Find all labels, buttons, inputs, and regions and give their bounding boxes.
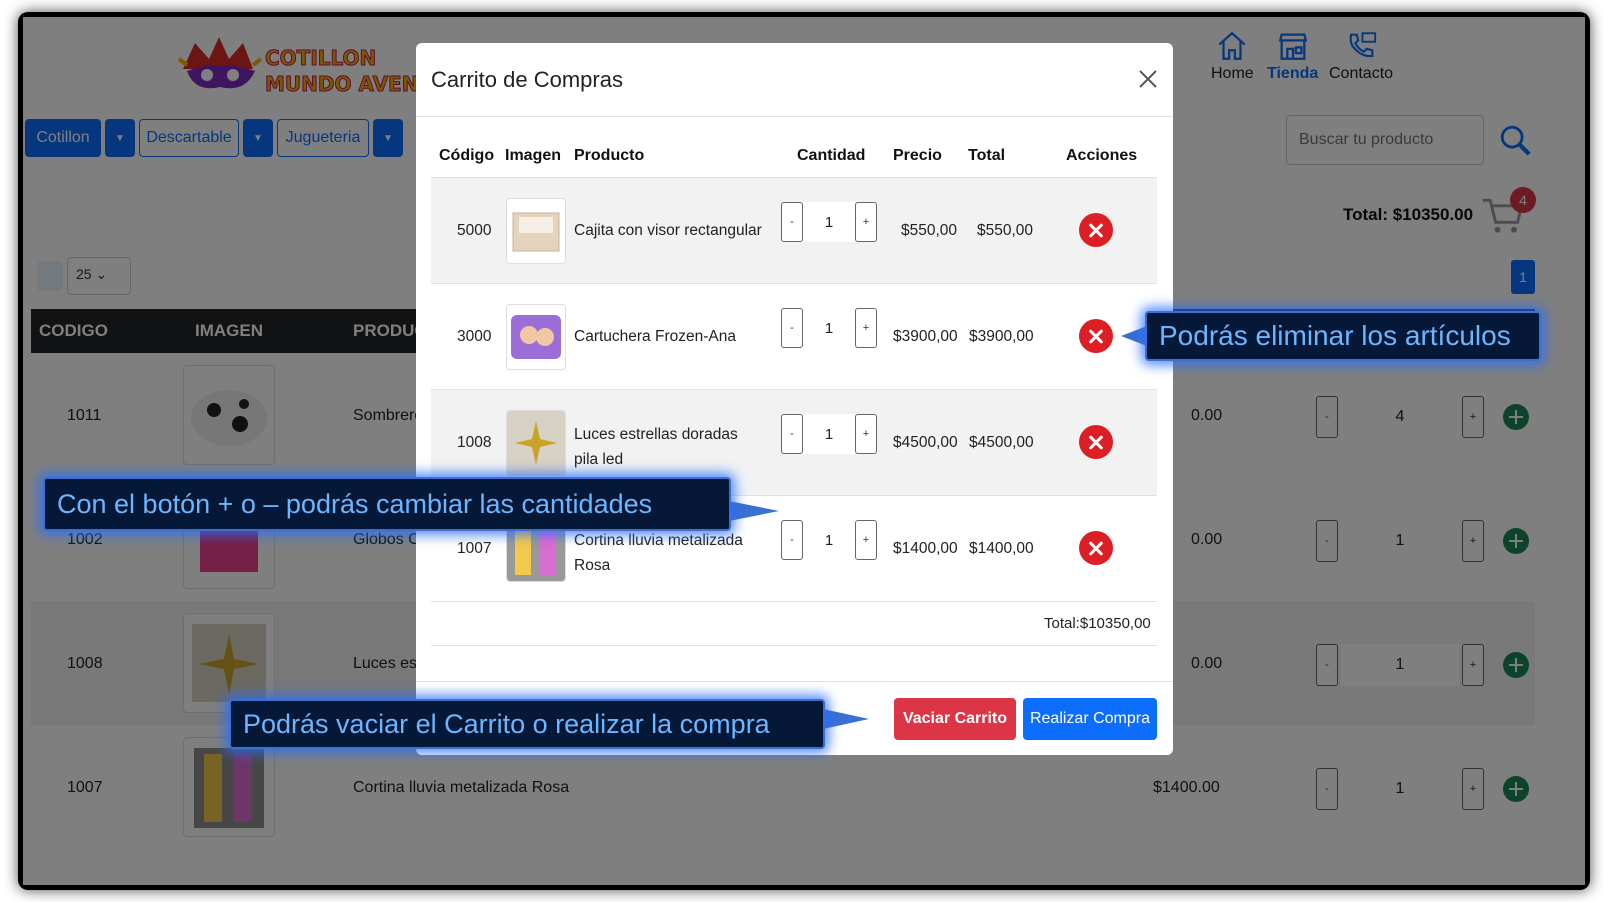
cart-item-total: $4500,00: [969, 434, 1034, 451]
cart-item-total: $1400,00: [969, 540, 1034, 557]
modal-title: Carrito de Compras: [431, 67, 623, 92]
screenshot-frame: COTILLON MUNDO AVENTURA Home Tienda Cont…: [18, 12, 1590, 890]
cart-item-image: [506, 304, 566, 370]
cart-item-code: 1007: [457, 540, 492, 557]
decrement-button[interactable]: -: [781, 414, 803, 454]
modal-footer-divider: [416, 681, 1173, 682]
checkout-button[interactable]: Realizar Compra: [1023, 698, 1157, 740]
callout-quantity: Con el botón + o – podrás cambiar las ca…: [43, 477, 731, 531]
cart-total-divider: [431, 645, 1157, 646]
decrement-button[interactable]: -: [781, 308, 803, 348]
callout-delete-pointer: [1121, 326, 1147, 346]
cart-total: Total:$10350,00: [1044, 615, 1151, 632]
cart-item-image: [506, 410, 566, 476]
delete-item-icon[interactable]: [1079, 213, 1113, 247]
close-icon[interactable]: [1136, 67, 1160, 91]
cart-column-codigo: Código: [439, 147, 495, 164]
increment-button[interactable]: +: [855, 520, 877, 560]
cart-item-name: Luces estrellas doradas pila led: [574, 426, 738, 468]
empty-cart-button[interactable]: Vaciar Carrito: [894, 698, 1016, 740]
delete-item-icon[interactable]: [1079, 531, 1113, 565]
cart-item-total: $3900,00: [969, 328, 1034, 345]
cart-column-cantidad: Cantidad: [797, 147, 866, 164]
increment-button[interactable]: +: [855, 202, 877, 242]
quantity-value[interactable]: 1: [803, 308, 855, 348]
callout-actions-pointer: [823, 709, 869, 729]
cart-item-price: $1400,00: [893, 540, 958, 557]
decrement-button[interactable]: -: [781, 202, 803, 242]
cart-item-code: 3000: [457, 328, 492, 345]
cart-item-price: $4500,00: [893, 434, 958, 451]
cart-column-imagen: Imagen: [505, 147, 562, 164]
delete-item-icon[interactable]: [1079, 425, 1113, 459]
quantity-value[interactable]: 1: [803, 202, 855, 242]
cart-item-image: [506, 198, 566, 264]
cart-quantity-stepper[interactable]: -1 +: [781, 414, 879, 454]
delete-item-icon[interactable]: [1079, 319, 1113, 353]
increment-button[interactable]: +: [855, 308, 877, 348]
cart-column-producto: Producto: [574, 147, 645, 164]
quantity-value[interactable]: 1: [803, 414, 855, 454]
browser-viewport: COTILLON MUNDO AVENTURA Home Tienda Cont…: [23, 17, 1585, 885]
cart-item-name: Cortina lluvia metalizada Rosa: [574, 532, 743, 574]
cart-item-total: $550,00: [977, 222, 1034, 239]
cart-modal: Carrito de Compras Código Imagen Product…: [416, 43, 1173, 755]
callout-delete: Podrás eliminar los artículos: [1145, 311, 1541, 361]
increment-button[interactable]: +: [855, 414, 877, 454]
cart-quantity-stepper[interactable]: -1 +: [781, 202, 879, 242]
cart-item-price: $3900,00: [893, 328, 958, 345]
cart-quantity-stepper[interactable]: -1 +: [781, 520, 879, 560]
callout-quantity-pointer: [729, 501, 779, 521]
callout-actions: Podrás vaciar el Carrito o realizar la c…: [229, 699, 825, 749]
decrement-button[interactable]: -: [781, 520, 803, 560]
cart-quantity-stepper[interactable]: -1 +: [781, 308, 879, 348]
cart-column-precio: Precio: [893, 147, 942, 164]
modal-header-divider: [416, 116, 1173, 117]
cart-column-total: Total: [968, 147, 1006, 164]
cart-item-name: Cajita con visor rectangular: [574, 222, 762, 239]
cart-row: 3000 Cartuchera Frozen-Ana -1 + $3900,00 …: [431, 284, 1157, 390]
cart-item-code: 5000: [457, 222, 492, 239]
quantity-value[interactable]: 1: [803, 520, 855, 560]
cart-row: 5000 Cajita con visor rectangular -1 + $5…: [431, 178, 1157, 284]
cart-item-code: 1008: [457, 434, 492, 451]
cart-column-acciones: Acciones: [1066, 147, 1138, 164]
cart-item-price: $550,00: [901, 222, 958, 239]
cart-item-name: Cartuchera Frozen-Ana: [574, 328, 736, 345]
